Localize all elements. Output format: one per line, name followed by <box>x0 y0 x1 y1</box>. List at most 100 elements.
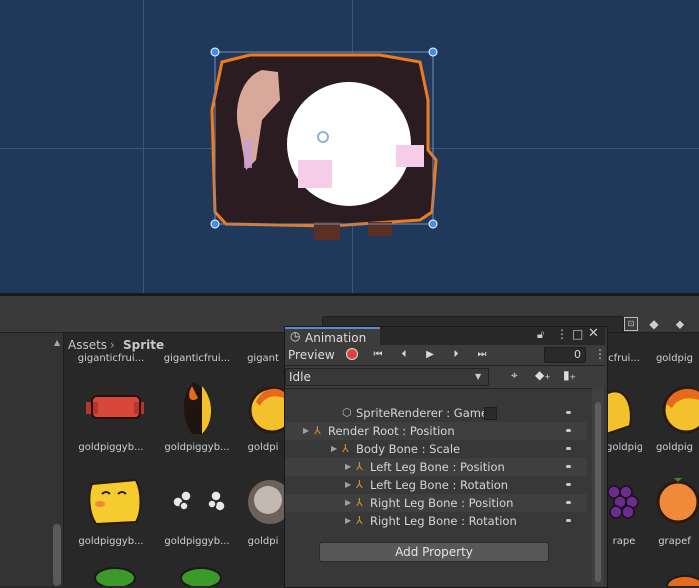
asset-label: goldpig <box>655 353 694 364</box>
sprite-thumbnail <box>242 472 284 532</box>
asset-label: grapef <box>658 536 691 547</box>
asset-label: goldpiggyb... <box>78 442 144 453</box>
more-options-icon[interactable]: ⋮ <box>556 327 568 341</box>
add-property-button[interactable]: Add Property <box>319 542 549 562</box>
property-label: Left Leg Bone : Rotation <box>370 478 509 492</box>
asset-item[interactable]: goldpi <box>242 472 284 547</box>
asset-label: cfrui... <box>608 353 640 364</box>
expand-arrow-icon[interactable]: ▶ <box>345 458 351 476</box>
maximize-icon[interactable]: □ <box>572 327 583 341</box>
scene-view[interactable] <box>0 0 699 293</box>
property-row[interactable]: ▶ ⅄ Right Leg Bone : Rotation <box>285 512 587 530</box>
transform-icon: ⅄ <box>342 442 349 455</box>
property-label: Left Leg Bone : Position <box>370 460 505 474</box>
expand-arrow-icon[interactable]: ▶ <box>345 512 351 530</box>
clock-icon: ◷ <box>290 329 301 343</box>
asset-item[interactable]: goldpiggyb... <box>156 472 238 547</box>
asset-label: giganticfrui... <box>163 353 231 364</box>
property-row[interactable]: ⬡ SpriteRenderer : Game <box>285 404 587 422</box>
keyframe-dot <box>566 447 571 450</box>
sprite-thumbnail <box>650 378 699 438</box>
tab-title: Animation <box>305 331 367 345</box>
asset-item[interactable]: giganticfrui... <box>156 349 238 364</box>
left-leg <box>314 222 340 240</box>
expand-arrow-icon[interactable]: ▶ <box>303 422 309 440</box>
property-row[interactable]: ▶ ⅄ Left Leg Bone : Rotation <box>285 476 587 494</box>
clip-select[interactable]: Idle ▼ <box>285 368 489 386</box>
property-label: Right Leg Bone : Position <box>370 496 514 510</box>
keyframe-dot <box>566 411 571 414</box>
expand-arrow-icon[interactable]: ▶ <box>331 440 337 458</box>
sprite-thumbnail <box>164 378 230 438</box>
asset-label: rape <box>612 536 636 547</box>
asset-label: gigant <box>247 353 279 364</box>
scroll-up-icon[interactable]: ▲ <box>54 338 60 347</box>
sprite-thumbnail <box>242 378 284 438</box>
more-options-icon[interactable]: ⋮ <box>594 347 606 361</box>
piggy-sprite[interactable] <box>0 0 699 293</box>
asset-label: goldpiggyb... <box>164 442 230 453</box>
asset-item[interactable]: goldpig <box>650 349 699 364</box>
record-button[interactable] <box>341 347 363 363</box>
property-row[interactable]: ▶ ⅄ Body Bone : Scale <box>285 440 587 458</box>
property-label: Right Leg Bone : Rotation <box>370 514 517 528</box>
transform-icon: ⅄ <box>356 460 363 473</box>
clip-select-value: Idle <box>289 370 311 384</box>
asset-item[interactable]: goldpiggyb... <box>156 378 238 453</box>
asset-item[interactable]: goldpiggyb... <box>70 472 152 547</box>
keyframe-dot <box>566 501 571 504</box>
sprite-thumbnail <box>650 472 699 532</box>
handle-top-right[interactable] <box>428 47 438 57</box>
filter-by-label-icon[interactable]: ◆ <box>646 316 662 332</box>
asset-label: goldpiggyb... <box>78 536 144 547</box>
frame-input[interactable]: 0 <box>544 347 586 363</box>
preview-toggle[interactable]: Preview <box>288 348 335 362</box>
property-label: SpriteRenderer : Game <box>356 406 489 420</box>
asset-item[interactable]: goldpiggyb... <box>70 378 152 453</box>
transform-icon: ⅄ <box>356 514 363 527</box>
last-keyframe-icon[interactable]: ⏭ <box>471 347 493 363</box>
handle-bottom-right[interactable] <box>428 219 438 229</box>
previous-keyframe-icon[interactable]: ⏴ <box>393 347 415 363</box>
property-label: Render Root : Position <box>328 424 455 438</box>
keyframe-dot <box>566 483 571 486</box>
asset-item[interactable]: grapef <box>650 472 699 547</box>
tag-icon[interactable]: ⬥ <box>672 316 688 332</box>
asset-item[interactable]: goldpiggyb... <box>606 378 642 453</box>
sprite-thumbnail <box>164 472 230 532</box>
expand-arrow-icon[interactable]: ▶ <box>345 476 351 494</box>
dropdown-arrow-icon: ▼ <box>475 372 482 381</box>
asset-label: goldpig <box>655 442 694 453</box>
asset-item[interactable]: goldpig <box>650 378 699 453</box>
asset-label: goldpi <box>247 536 279 547</box>
close-icon[interactable]: ✕ <box>588 326 599 341</box>
property-row[interactable]: ▶ ⅄ Right Leg Bone : Position <box>285 494 587 512</box>
cheek-left <box>298 160 332 188</box>
cheek-right <box>396 145 424 167</box>
add-event-icon[interactable]: ▮₊ <box>563 368 576 382</box>
asset-item[interactable]: rape <box>606 472 642 547</box>
handle-bottom-left[interactable] <box>210 219 220 229</box>
keyframe-dot <box>566 465 571 468</box>
handle-top-left[interactable] <box>210 47 220 57</box>
add-keyframe-icon[interactable]: ◆₊ <box>535 368 551 382</box>
search-by-type-icon[interactable]: ⊡ <box>624 317 638 331</box>
sprite-thumbnail <box>606 378 642 438</box>
expand-arrow-icon[interactable]: ▶ <box>345 494 351 512</box>
play-icon[interactable]: ▶ <box>419 347 441 363</box>
asset-item[interactable]: goldpi <box>242 378 284 453</box>
filter-selected-icon[interactable]: ⌖ <box>511 368 518 383</box>
first-keyframe-icon[interactable]: ⏮ <box>367 347 389 363</box>
asset-item[interactable]: cfrui... <box>606 349 642 364</box>
lock-icon[interactable]: 🔓︎ <box>537 328 544 342</box>
property-checkbox[interactable] <box>484 407 497 420</box>
property-row[interactable]: ▶ ⅄ Left Leg Bone : Position <box>285 458 587 476</box>
transform-icon: ⅄ <box>314 424 321 437</box>
scrollbar-thumb[interactable] <box>595 402 601 582</box>
cube-icon: ⬡ <box>342 406 352 419</box>
property-row[interactable]: ▶ ⅄ Render Root : Position <box>285 422 587 440</box>
tab-animation[interactable]: ◷ Animation <box>285 327 380 345</box>
asset-item[interactable]: giganticfrui... <box>70 349 152 364</box>
next-keyframe-icon[interactable]: ⏵ <box>445 347 467 363</box>
asset-item[interactable]: gigant <box>242 349 284 364</box>
